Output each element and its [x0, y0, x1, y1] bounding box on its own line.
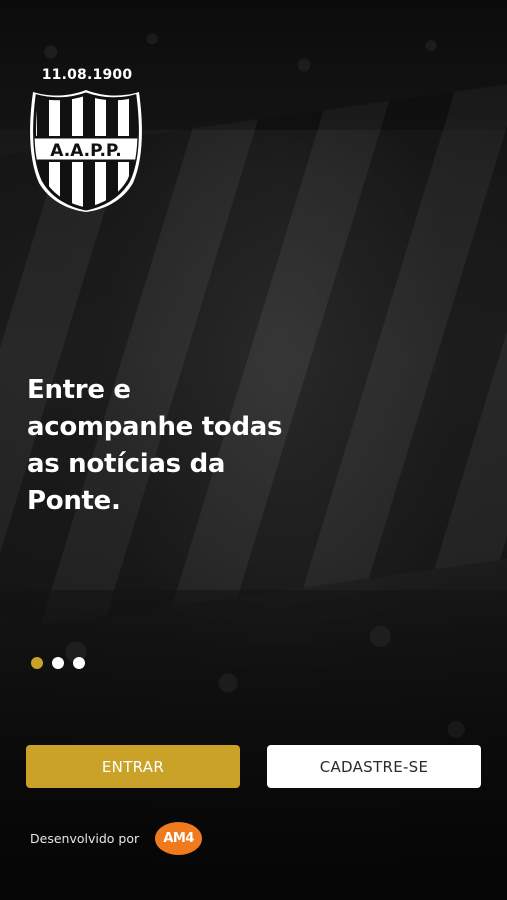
developed-by-label: Desenvolvido por — [30, 831, 140, 846]
am4-logo-text: AM4 — [163, 831, 194, 846]
headline-line: Entre e — [27, 375, 131, 405]
onboarding-headline: Entre e acompanhe todas as notícias da P… — [27, 372, 327, 520]
headline-line: as notícias da — [27, 449, 226, 479]
login-button[interactable]: ENTRAR — [26, 745, 240, 788]
headline-line: Ponte. — [27, 486, 121, 516]
pager-dot-2[interactable] — [52, 657, 64, 669]
signup-button[interactable]: CADASTRE-SE — [267, 745, 481, 788]
pager-dot-1[interactable] — [31, 657, 43, 669]
shield-crest-icon: A.A.P.P. — [30, 90, 142, 212]
onboarding-pager — [31, 657, 85, 669]
pager-dot-3[interactable] — [73, 657, 85, 669]
am4-logo[interactable]: AM4 — [155, 822, 203, 855]
developer-credit: Desenvolvido por AM4 — [30, 822, 203, 855]
onboarding-screen: 11.08.1900 A.A.P.P. Entre e acompanhe to… — [0, 0, 507, 900]
headline-line: acompanhe todas — [27, 412, 283, 442]
club-founding-date: 11.08.1900 — [41, 67, 133, 83]
crest-text: A.A.P.P. — [50, 141, 121, 161]
